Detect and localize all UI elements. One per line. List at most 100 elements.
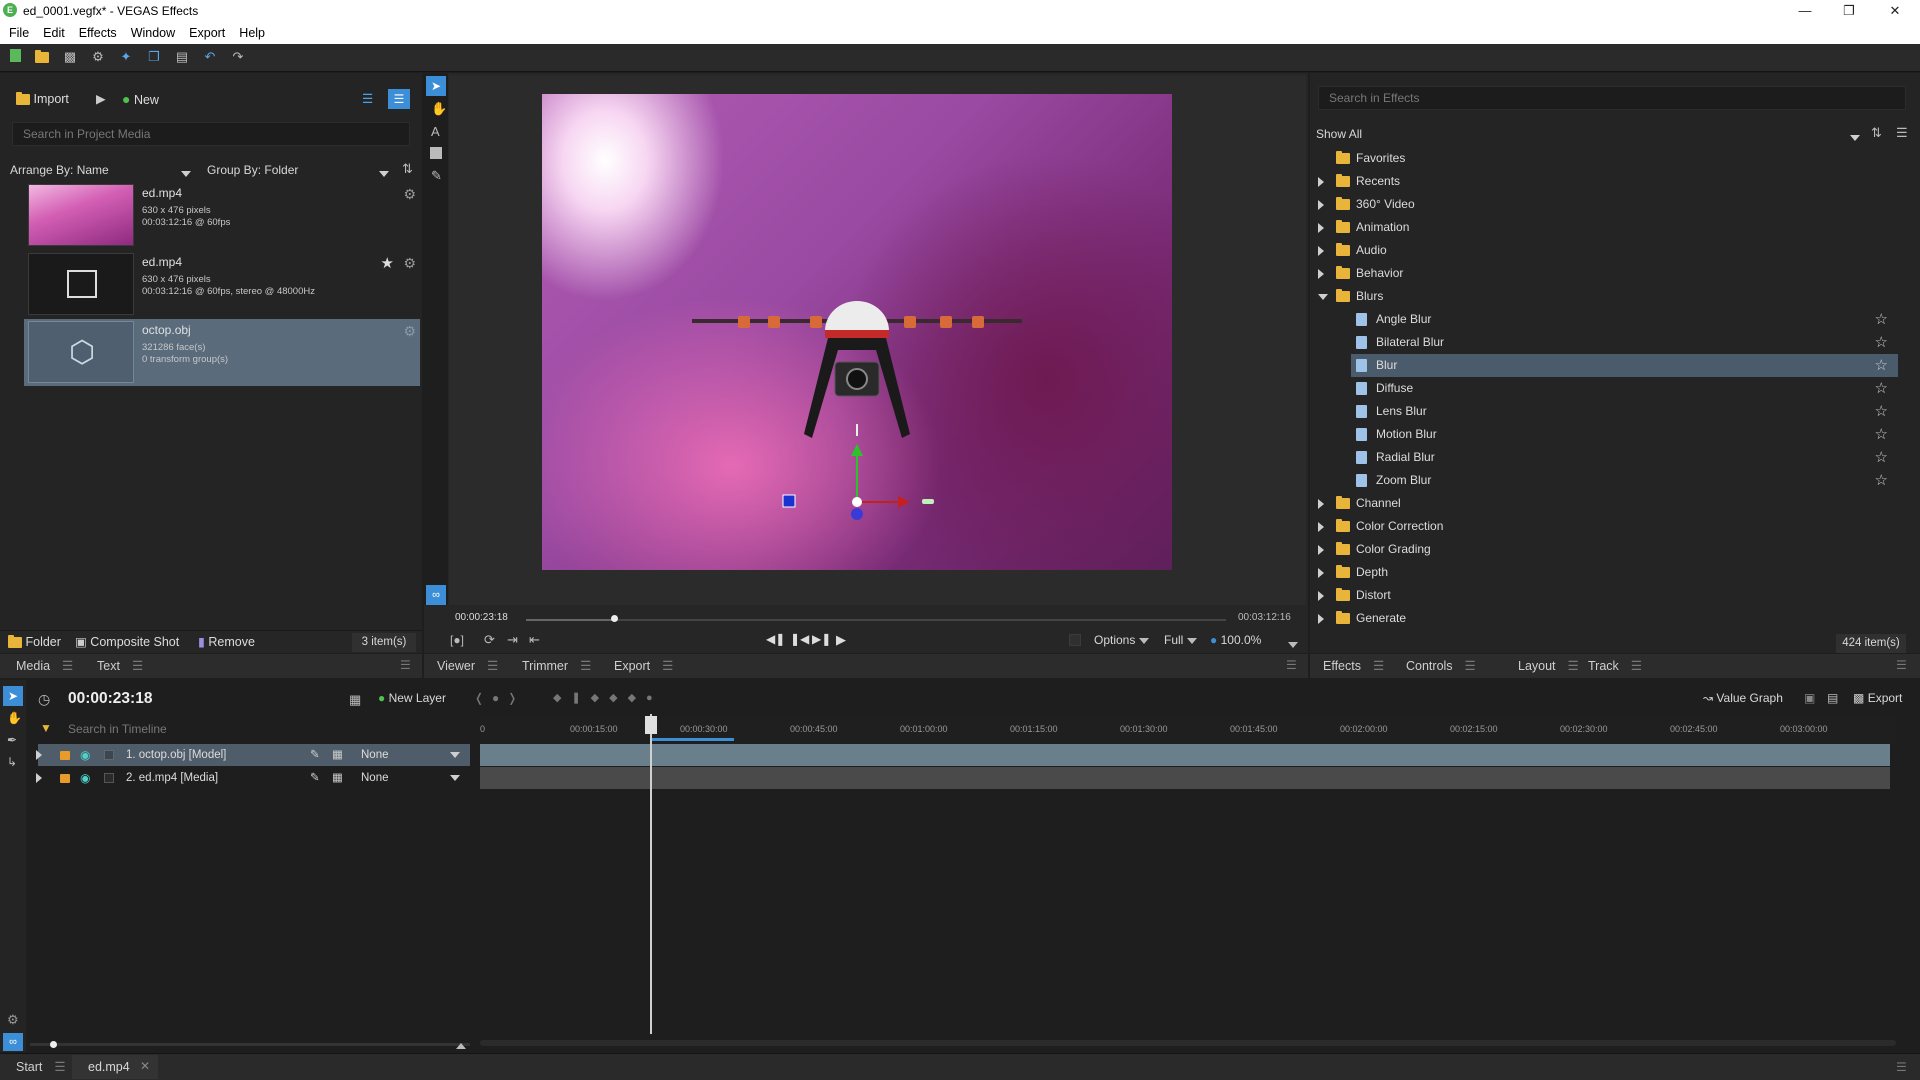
blend-mode-dropdown[interactable]: None xyxy=(361,767,389,789)
chevron-down-icon[interactable] xyxy=(450,752,460,758)
star-icon[interactable]: ☆ xyxy=(1875,331,1888,354)
star-icon[interactable]: ★ xyxy=(381,254,394,272)
gear-icon[interactable]: ⚙ xyxy=(403,323,416,340)
select-arrow-icon[interactable]: ➤ xyxy=(3,686,23,706)
mask-icon[interactable]: ▦ xyxy=(332,744,343,766)
chevron-right-icon[interactable] xyxy=(1318,193,1330,216)
detail-view-icon[interactable]: ☰ xyxy=(388,89,410,109)
playhead-handle[interactable] xyxy=(645,716,657,734)
effects-folder[interactable]: Depth xyxy=(1318,561,1898,584)
tab-text[interactable]: Text ☰ xyxy=(97,654,143,678)
chevron-down-icon[interactable] xyxy=(450,775,460,781)
zoom-dropdown[interactable]: ● 100.0% xyxy=(1210,633,1261,647)
effects-item[interactable]: Angle Blur ☆ xyxy=(1318,308,1898,331)
chevron-right-icon[interactable] xyxy=(1318,584,1330,607)
effects-item[interactable]: Motion Blur ☆ xyxy=(1318,423,1898,446)
panel-menu-icon[interactable]: ☰ xyxy=(1896,1060,1907,1074)
star-icon[interactable]: ☆ xyxy=(1875,308,1888,331)
tab-media[interactable]: Media ☰ xyxy=(16,654,73,678)
folder-button[interactable]: Folder xyxy=(8,631,61,653)
menu-edit[interactable]: Edit xyxy=(34,22,70,40)
effects-item[interactable]: Radial Blur ☆ xyxy=(1318,446,1898,469)
media-item[interactable]: ed.mp4 630 x 476 pixels 00:03:12:16 @ 60… xyxy=(24,182,420,248)
tab-effects[interactable]: Effects ☰ xyxy=(1323,654,1384,678)
menu-window[interactable]: Window xyxy=(122,22,180,40)
undo-icon[interactable]: ↶ xyxy=(202,49,218,65)
effects-item[interactable]: Diffuse ☆ xyxy=(1318,377,1898,400)
value-graph-button[interactable]: ↝ Value Graph xyxy=(1703,691,1783,705)
razor-icon[interactable]: ✒ xyxy=(7,733,17,747)
timeline-export-button[interactable]: ▩ Export xyxy=(1853,691,1902,705)
settings-icon[interactable]: ⚙ xyxy=(90,49,106,65)
chevron-down-icon[interactable] xyxy=(1318,285,1330,308)
layer-zoom-slider[interactable] xyxy=(30,1043,470,1046)
expand-arrow-icon[interactable] xyxy=(36,750,42,760)
options-dropdown[interactable]: Options xyxy=(1094,633,1149,647)
chevron-right-icon[interactable] xyxy=(1318,262,1330,285)
layer-zoom-knob[interactable] xyxy=(50,1041,57,1048)
hand-icon[interactable]: ✋ xyxy=(7,711,22,725)
gear-icon[interactable]: ⚙ xyxy=(403,255,416,272)
group-by-dropdown[interactable]: Group By: Folder xyxy=(207,163,298,177)
menu-file[interactable]: File xyxy=(0,22,34,40)
solo-checkbox[interactable] xyxy=(104,773,114,783)
effects-item[interactable]: Zoom Blur ☆ xyxy=(1318,469,1898,492)
media-item-selected[interactable]: ⬡ octop.obj 321286 face(s) 0 transform g… xyxy=(24,319,420,386)
chevron-right-icon[interactable] xyxy=(1318,492,1330,515)
hand-icon[interactable]: ✋ xyxy=(431,101,447,117)
effects-folder[interactable]: Channel xyxy=(1318,492,1898,515)
solo-checkbox[interactable] xyxy=(104,750,114,760)
star-icon[interactable]: ☆ xyxy=(1875,377,1888,400)
star-icon[interactable]: ☆ xyxy=(1875,469,1888,492)
arrange-by-dropdown[interactable]: Arrange By: Name xyxy=(10,163,109,177)
effects-folder[interactable]: Animation xyxy=(1318,216,1898,239)
text-tool-icon[interactable]: A xyxy=(431,124,440,139)
next-frame-icon[interactable]: ▶❚ xyxy=(812,632,831,646)
playhead[interactable] xyxy=(650,714,652,1034)
keyframe-controls[interactable]: ❬●❭ xyxy=(474,691,525,705)
tab-track[interactable]: Track ☰ xyxy=(1588,654,1642,678)
tab-trimmer[interactable]: Trimmer ☰ xyxy=(522,654,591,678)
fit-view-icon[interactable]: [●] xyxy=(450,633,464,647)
effects-folder[interactable]: Color Correction xyxy=(1318,515,1898,538)
gear-icon[interactable]: ⚙ xyxy=(7,1012,19,1028)
gear-icon[interactable]: ⚙ xyxy=(403,186,416,203)
track-clip-octop[interactable] xyxy=(480,744,1890,766)
tab-controls[interactable]: Controls ☰ xyxy=(1406,654,1476,678)
blend-mode-dropdown[interactable]: None xyxy=(361,744,389,766)
paste-icon[interactable]: ▤ xyxy=(174,49,190,65)
star-icon[interactable]: ☆ xyxy=(1875,446,1888,469)
eye-icon[interactable]: ◉ xyxy=(80,767,90,789)
show-all-dropdown[interactable]: Show All xyxy=(1316,127,1362,141)
tab-export[interactable]: Export ☰ xyxy=(614,654,673,678)
import-button[interactable]: Import xyxy=(16,88,69,110)
video-frame[interactable] xyxy=(542,94,1172,570)
panel-menu-icon[interactable]: ☰ xyxy=(400,658,411,672)
collapse-arrow-icon[interactable] xyxy=(456,1038,466,1052)
work-area-bar[interactable] xyxy=(651,738,734,741)
effects-search-input[interactable]: Search in Effects xyxy=(1318,86,1906,110)
menu-help[interactable]: Help xyxy=(230,22,270,40)
save-icon[interactable]: ▩ xyxy=(62,49,78,65)
play-icon[interactable]: ▶ xyxy=(836,632,846,648)
rectangle-tool-icon[interactable] xyxy=(430,147,442,159)
zoom-fit-icon[interactable]: ▣ xyxy=(1804,691,1815,705)
go-to-start-icon[interactable]: ◀❚ xyxy=(766,632,785,646)
add-media-layer-icon[interactable]: ▦ xyxy=(349,692,361,708)
panel-menu-icon[interactable]: ☰ xyxy=(1896,658,1907,672)
link-icon[interactable]: ∞ xyxy=(426,585,446,605)
star-icon[interactable]: ☆ xyxy=(1875,423,1888,446)
menu-export[interactable]: Export xyxy=(180,22,230,40)
panel-menu-icon[interactable]: ☰ xyxy=(1286,658,1297,672)
effects-item[interactable]: Bilateral Blur ☆ xyxy=(1318,331,1898,354)
loop-icon[interactable]: ⟳ xyxy=(484,632,495,648)
effects-folder[interactable]: Generate xyxy=(1318,607,1898,630)
restore-icon[interactable]: ❐ xyxy=(1826,0,1872,22)
render-icon[interactable]: ▤ xyxy=(1827,691,1838,705)
slip-tool-icon[interactable]: ↳ xyxy=(7,755,17,769)
chevron-right-icon[interactable] xyxy=(1318,538,1330,561)
lock-icon[interactable] xyxy=(60,751,70,760)
remove-button[interactable]: ▮ Remove xyxy=(198,631,255,653)
close-icon[interactable]: ✕ xyxy=(140,1059,150,1073)
tab-ed-mp4[interactable]: ed.mp4 ✕ xyxy=(72,1055,158,1079)
